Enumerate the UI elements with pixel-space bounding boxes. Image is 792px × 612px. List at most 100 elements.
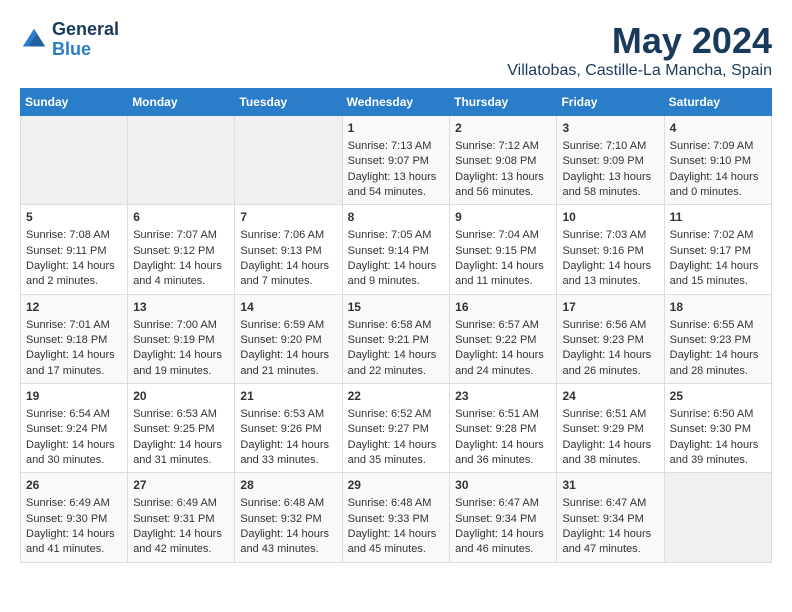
day-info: Sunset: 9:23 PM [562, 333, 658, 348]
day-info: Sunset: 9:25 PM [133, 422, 229, 437]
day-info: Sunset: 9:31 PM [133, 512, 229, 527]
day-info: Sunset: 9:28 PM [455, 422, 551, 437]
calendar-cell: 17Sunrise: 6:56 AMSunset: 9:23 PMDayligh… [557, 294, 664, 383]
day-info: Daylight: 14 hours [240, 438, 336, 453]
day-info: Sunrise: 7:10 AM [562, 139, 658, 154]
day-info: and 2 minutes. [26, 274, 122, 289]
day-info: and 22 minutes. [348, 364, 445, 379]
calendar-cell: 7 Sunrise: 7:06 AMSunset: 9:13 PMDaylight… [235, 205, 342, 294]
header-monday: Monday [128, 89, 235, 116]
day-info: Sunset: 9:20 PM [240, 333, 336, 348]
day-info: Sunset: 9:18 PM [26, 333, 122, 348]
day-info: Sunset: 9:13 PM [240, 244, 336, 259]
calendar-cell [128, 116, 235, 205]
day-info: Sunrise: 7:06 AM [240, 228, 336, 243]
day-number: 1 [348, 120, 445, 137]
day-info: Daylight: 14 hours [133, 259, 229, 274]
day-info: Daylight: 14 hours [133, 527, 229, 542]
day-info: Daylight: 14 hours [240, 259, 336, 274]
day-number: 30 [455, 477, 551, 494]
day-info: and 24 minutes. [455, 364, 551, 379]
day-info: Sunset: 9:26 PM [240, 422, 336, 437]
calendar-cell: 31Sunrise: 6:47 AMSunset: 9:34 PMDayligh… [557, 473, 664, 562]
day-info: Daylight: 14 hours [455, 438, 551, 453]
day-number: 20 [133, 388, 229, 405]
day-info: Sunrise: 6:53 AM [240, 407, 336, 422]
day-info: Sunrise: 6:48 AM [348, 496, 445, 511]
day-info: Sunset: 9:23 PM [670, 333, 766, 348]
calendar-cell [21, 116, 128, 205]
logo-text: General Blue [52, 20, 119, 60]
day-info: Daylight: 14 hours [562, 527, 658, 542]
day-info: Daylight: 14 hours [455, 348, 551, 363]
day-number: 31 [562, 477, 658, 494]
day-info: Daylight: 14 hours [348, 438, 445, 453]
day-info: Sunset: 9:19 PM [133, 333, 229, 348]
calendar-cell: 22Sunrise: 6:52 AMSunset: 9:27 PMDayligh… [342, 384, 450, 473]
header-friday: Friday [557, 89, 664, 116]
day-info: Daylight: 14 hours [562, 259, 658, 274]
calendar-cell: 25Sunrise: 6:50 AMSunset: 9:30 PMDayligh… [664, 384, 771, 473]
day-info: Sunrise: 6:52 AM [348, 407, 445, 422]
calendar-cell: 12Sunrise: 7:01 AMSunset: 9:18 PMDayligh… [21, 294, 128, 383]
logo: General Blue [20, 20, 119, 60]
calendar-cell: 9Sunrise: 7:04 AMSunset: 9:15 PMDaylight… [450, 205, 557, 294]
day-info: Sunrise: 6:57 AM [455, 318, 551, 333]
logo-icon [20, 26, 48, 54]
day-number: 25 [670, 388, 766, 405]
header-sunday: Sunday [21, 89, 128, 116]
day-info: Daylight: 14 hours [240, 527, 336, 542]
day-number: 18 [670, 299, 766, 316]
day-info: and 56 minutes. [455, 185, 551, 200]
calendar-cell: 3Sunrise: 7:10 AMSunset: 9:09 PMDaylight… [557, 116, 664, 205]
calendar-cell: 14Sunrise: 6:59 AMSunset: 9:20 PMDayligh… [235, 294, 342, 383]
day-info: Daylight: 14 hours [348, 259, 445, 274]
day-info: Sunset: 9:32 PM [240, 512, 336, 527]
day-number: 21 [240, 388, 336, 405]
day-info: Daylight: 14 hours [348, 348, 445, 363]
calendar-cell: 16Sunrise: 6:57 AMSunset: 9:22 PMDayligh… [450, 294, 557, 383]
day-number: 19 [26, 388, 122, 405]
title-block: May 2024 Villatobas, Castille-La Mancha,… [507, 20, 772, 80]
calendar-cell: 19Sunrise: 6:54 AMSunset: 9:24 PMDayligh… [21, 384, 128, 473]
day-info: and 42 minutes. [133, 542, 229, 557]
calendar-cell: 29Sunrise: 6:48 AMSunset: 9:33 PMDayligh… [342, 473, 450, 562]
day-info: Sunset: 9:16 PM [562, 244, 658, 259]
day-info: Sunrise: 6:56 AM [562, 318, 658, 333]
day-number: 14 [240, 299, 336, 316]
calendar-cell: 23Sunrise: 6:51 AMSunset: 9:28 PMDayligh… [450, 384, 557, 473]
day-info: Sunset: 9:30 PM [26, 512, 122, 527]
day-info: and 15 minutes. [670, 274, 766, 289]
day-info: Sunset: 9:11 PM [26, 244, 122, 259]
day-info: and 21 minutes. [240, 364, 336, 379]
day-info: Sunrise: 7:03 AM [562, 228, 658, 243]
day-info: Daylight: 14 hours [348, 527, 445, 542]
calendar-cell: 4Sunrise: 7:09 AMSunset: 9:10 PMDaylight… [664, 116, 771, 205]
day-info: Sunset: 9:17 PM [670, 244, 766, 259]
day-info: Daylight: 14 hours [26, 438, 122, 453]
day-number: 7 [240, 209, 336, 226]
calendar-cell: 26Sunrise: 6:49 AMSunset: 9:30 PMDayligh… [21, 473, 128, 562]
calendar-cell: 24Sunrise: 6:51 AMSunset: 9:29 PMDayligh… [557, 384, 664, 473]
weekday-header-row: Sunday Monday Tuesday Wednesday Thursday… [21, 89, 772, 116]
calendar-cell: 6Sunrise: 7:07 AMSunset: 9:12 PMDaylight… [128, 205, 235, 294]
day-info: Sunset: 9:12 PM [133, 244, 229, 259]
day-number: 27 [133, 477, 229, 494]
day-info: Sunset: 9:29 PM [562, 422, 658, 437]
day-info: Daylight: 14 hours [26, 348, 122, 363]
day-info: Daylight: 14 hours [670, 438, 766, 453]
day-info: Daylight: 14 hours [670, 348, 766, 363]
day-info: Sunset: 9:34 PM [562, 512, 658, 527]
day-number: 23 [455, 388, 551, 405]
week-row-3: 12Sunrise: 7:01 AMSunset: 9:18 PMDayligh… [21, 294, 772, 383]
day-info: Sunset: 9:30 PM [670, 422, 766, 437]
day-info: and 45 minutes. [348, 542, 445, 557]
day-number: 17 [562, 299, 658, 316]
header-wednesday: Wednesday [342, 89, 450, 116]
day-info: Sunrise: 6:55 AM [670, 318, 766, 333]
day-info: and 17 minutes. [26, 364, 122, 379]
day-info: and 39 minutes. [670, 453, 766, 468]
day-info: and 35 minutes. [348, 453, 445, 468]
day-info: and 41 minutes. [26, 542, 122, 557]
day-info: Daylight: 13 hours [455, 170, 551, 185]
